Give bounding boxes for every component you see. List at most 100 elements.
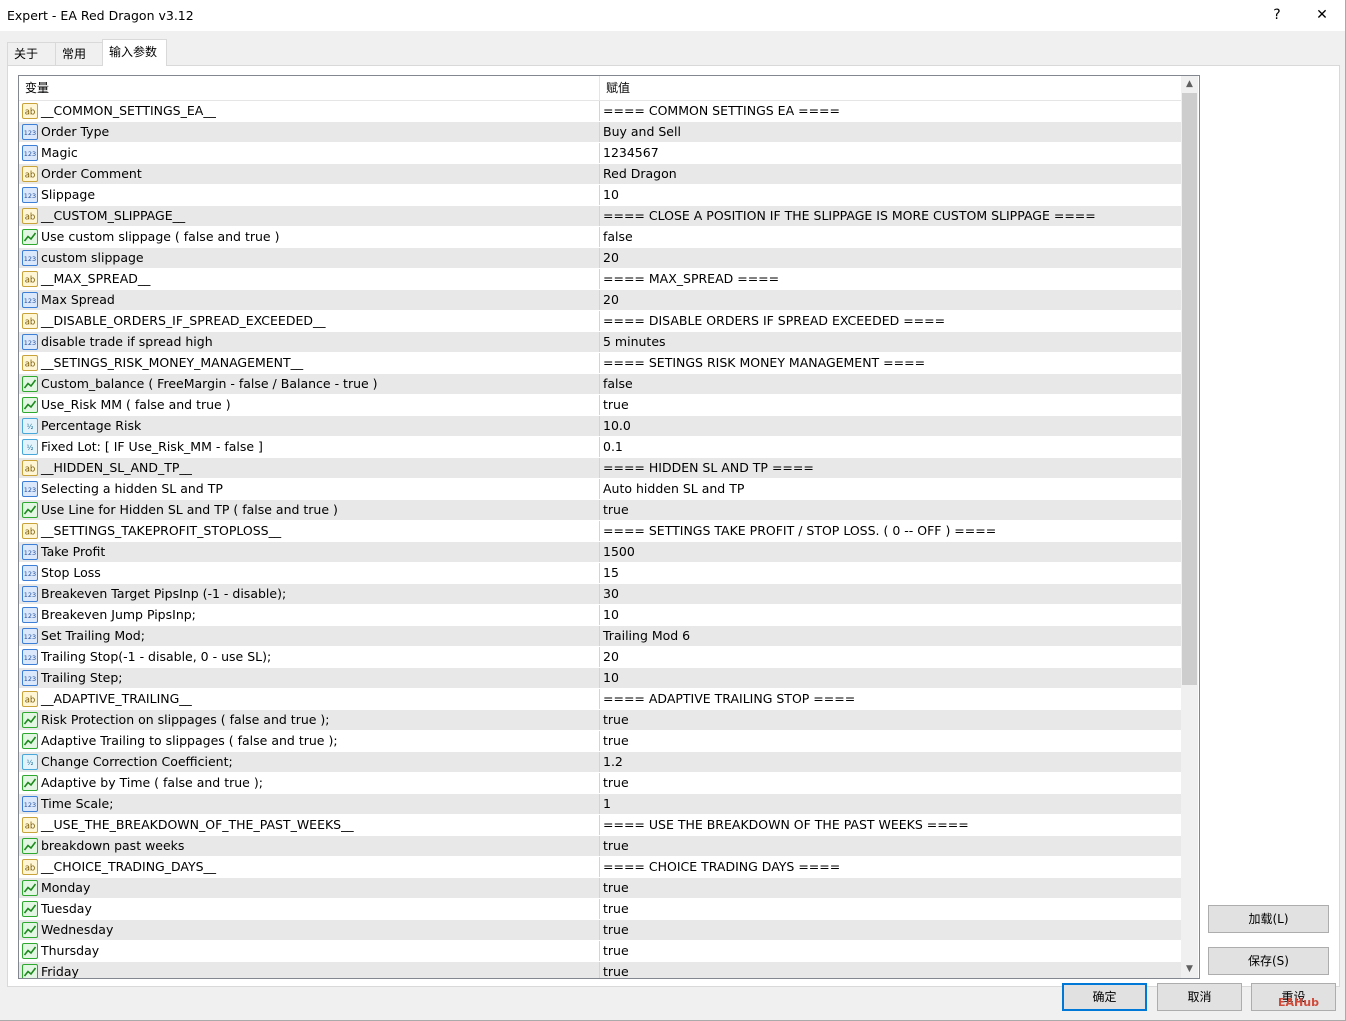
parameter-variable-cell[interactable]: 123 Breakeven Jump PipsInp; [19, 605, 600, 625]
parameter-row[interactable]: Use Line for Hidden SL and TP ( false an… [19, 500, 1181, 521]
parameter-value[interactable]: true [603, 773, 629, 793]
parameter-variable-cell[interactable]: ab Order Comment [19, 164, 600, 184]
parameter-variable-cell[interactable]: 123 Trailing Stop(-1 - disable, 0 - use S… [19, 647, 600, 667]
parameter-variable-cell[interactable]: ½ Change Correction Coefficient; [19, 752, 600, 772]
parameter-row[interactable]: Tuesday true [19, 899, 1181, 920]
parameter-variable-cell[interactable]: Thursday [19, 941, 600, 961]
parameter-row[interactable]: ½ Fixed Lot: [ IF Use_Risk_MM - false ] 0.… [19, 437, 1181, 458]
parameter-row[interactable]: 123 Stop Loss 15 [19, 563, 1181, 584]
parameter-variable-cell[interactable]: 123 Time Scale; [19, 794, 600, 814]
save-button[interactable]: 保存(S) [1208, 947, 1329, 975]
parameter-row[interactable]: Risk Protection on slippages ( false and… [19, 710, 1181, 731]
parameter-value[interactable]: 0.1 [603, 437, 623, 457]
close-button[interactable]: ✕ [1302, 0, 1342, 31]
parameter-variable-cell[interactable]: 123 Stop Loss [19, 563, 600, 583]
parameter-variable-cell[interactable]: ab __DISABLE_ORDERS_IF_SPREAD_EXCEEDED__ [19, 311, 600, 331]
parameter-variable-cell[interactable]: 123 Max Spread [19, 290, 600, 310]
parameter-value[interactable]: true [603, 395, 629, 415]
parameter-variable-cell[interactable]: ab __ADAPTIVE_TRAILING__ [19, 689, 600, 709]
parameter-variable-cell[interactable]: ab __MAX_SPREAD__ [19, 269, 600, 289]
parameter-variable-cell[interactable]: 123 Slippage [19, 185, 600, 205]
tab-inputs[interactable]: 输入参数 [102, 39, 167, 66]
ok-button[interactable]: 确定 [1062, 983, 1147, 1011]
parameter-row[interactable]: 123 Time Scale; 1 [19, 794, 1181, 815]
parameter-row[interactable]: Use custom slippage ( false and true ) fa… [19, 227, 1181, 248]
parameter-row[interactable]: ab Order Comment Red Dragon [19, 164, 1181, 185]
parameter-variable-cell[interactable]: Use_Risk MM ( false and true ) [19, 395, 600, 415]
parameter-value[interactable]: true [603, 941, 629, 961]
parameter-value[interactable]: true [603, 920, 629, 940]
parameter-value[interactable]: 1234567 [603, 143, 659, 163]
parameter-value[interactable]: 20 [603, 248, 619, 268]
parameter-row[interactable]: ab __CUSTOM_SLIPPAGE__ ==== CLOSE A POSITI… [19, 206, 1181, 227]
parameter-variable-cell[interactable]: 123 custom slippage [19, 248, 600, 268]
parameter-row[interactable]: Monday true [19, 878, 1181, 899]
parameter-value[interactable]: Auto hidden SL and TP [603, 479, 744, 499]
parameter-variable-cell[interactable]: ab __SETTINGS_TAKEPROFIT_STOPLOSS__ [19, 521, 600, 541]
parameter-variable-cell[interactable]: 123 Trailing Step; [19, 668, 600, 688]
parameter-value[interactable]: 5 minutes [603, 332, 666, 352]
parameter-variable-cell[interactable]: Risk Protection on slippages ( false and… [19, 710, 600, 730]
load-button[interactable]: 加载(L) [1208, 905, 1329, 933]
parameter-row[interactable]: 123 Take Profit 1500 [19, 542, 1181, 563]
parameter-value[interactable]: true [603, 836, 629, 856]
parameter-variable-cell[interactable]: Adaptive Trailing to slippages ( false a… [19, 731, 600, 751]
parameter-value[interactable]: ==== CLOSE A POSITION IF THE SLIPPAGE IS… [603, 206, 1096, 226]
parameter-value[interactable]: true [603, 500, 629, 520]
parameter-value[interactable]: 20 [603, 647, 619, 667]
parameter-row[interactable]: 123 custom slippage 20 [19, 248, 1181, 269]
parameter-value[interactable]: 10 [603, 668, 619, 688]
parameter-row[interactable]: ½ Percentage Risk 10.0 [19, 416, 1181, 437]
parameter-variable-cell[interactable]: 123 Selecting a hidden SL and TP [19, 479, 600, 499]
parameter-variable-cell[interactable]: 123 Breakeven Target PipsInp (-1 - disabl… [19, 584, 600, 604]
parameter-value[interactable]: 10 [603, 185, 619, 205]
parameter-value[interactable]: Trailing Mod 6 [603, 626, 690, 646]
help-button[interactable]: ? [1257, 0, 1297, 31]
parameter-variable-cell[interactable]: Use custom slippage ( false and true ) [19, 227, 600, 247]
parameter-value[interactable]: true [603, 899, 629, 919]
column-header-variable[interactable]: 变量 [19, 76, 49, 100]
cancel-button[interactable]: 取消 [1157, 983, 1242, 1011]
parameter-value[interactable]: ==== SETINGS RISK MONEY MANAGEMENT ==== [603, 353, 925, 373]
parameter-row[interactable]: ab __COMMON_SETTINGS_EA__ ==== COMMON SETT… [19, 101, 1181, 122]
scroll-up-icon[interactable]: ▲ [1181, 76, 1198, 93]
parameter-value[interactable]: ==== MAX_SPREAD ==== [603, 269, 779, 289]
parameter-variable-cell[interactable]: 123 Take Profit [19, 542, 600, 562]
parameter-value[interactable]: 1.2 [603, 752, 623, 772]
parameter-row[interactable]: Adaptive Trailing to slippages ( false a… [19, 731, 1181, 752]
parameter-row[interactable]: 123 Slippage 10 [19, 185, 1181, 206]
parameter-value[interactable]: ==== USE THE BREAKDOWN OF THE PAST WEEKS… [603, 815, 969, 835]
parameter-row[interactable]: ab __SETTINGS_TAKEPROFIT_STOPLOSS__ ==== S… [19, 521, 1181, 542]
parameter-variable-cell[interactable]: Tuesday [19, 899, 600, 919]
parameter-row[interactable]: ½ Change Correction Coefficient; 1.2 [19, 752, 1181, 773]
parameter-value[interactable]: ==== ADAPTIVE TRAILING STOP ==== [603, 689, 855, 709]
parameter-row[interactable]: 123 Magic 1234567 [19, 143, 1181, 164]
parameter-row[interactable]: Thursday true [19, 941, 1181, 962]
parameter-value[interactable]: 1 [603, 794, 611, 814]
parameter-row[interactable]: 123 Breakeven Target PipsInp (-1 - disabl… [19, 584, 1181, 605]
parameter-row[interactable]: ab __SETINGS_RISK_MONEY_MANAGEMENT__ ==== … [19, 353, 1181, 374]
parameter-variable-cell[interactable]: ½ Fixed Lot: [ IF Use_Risk_MM - false ] [19, 437, 600, 457]
parameter-row[interactable]: 123 Max Spread 20 [19, 290, 1181, 311]
parameter-row[interactable]: ab __HIDDEN_SL_AND_TP__ ==== HIDDEN SL AND… [19, 458, 1181, 479]
parameter-variable-cell[interactable]: ½ Percentage Risk [19, 416, 600, 436]
parameter-row[interactable]: 123 Set Trailing Mod; Trailing Mod 6 [19, 626, 1181, 647]
parameter-row[interactable]: 123 Selecting a hidden SL and TP Auto hidd… [19, 479, 1181, 500]
parameter-row[interactable]: Use_Risk MM ( false and true ) true [19, 395, 1181, 416]
parameter-row[interactable]: 123 Breakeven Jump PipsInp; 10 [19, 605, 1181, 626]
vertical-scrollbar[interactable]: ▲ ▼ [1181, 76, 1198, 978]
parameter-value[interactable]: 10 [603, 605, 619, 625]
parameter-variable-cell[interactable]: Wednesday [19, 920, 600, 940]
parameter-row[interactable]: ab __ADAPTIVE_TRAILING__ ==== ADAPTIVE TRA… [19, 689, 1181, 710]
parameter-row[interactable]: Wednesday true [19, 920, 1181, 941]
parameter-value[interactable]: true [603, 962, 629, 978]
tab-about[interactable]: 关于 [7, 42, 58, 65]
parameter-row[interactable]: 123 Trailing Step; 10 [19, 668, 1181, 689]
parameter-row[interactable]: 123 disable trade if spread high 5 minutes [19, 332, 1181, 353]
parameter-value[interactable]: 20 [603, 290, 619, 310]
parameter-value[interactable]: ==== CHOICE TRADING DAYS ==== [603, 857, 840, 877]
parameter-variable-cell[interactable]: ab __HIDDEN_SL_AND_TP__ [19, 458, 600, 478]
parameter-variable-cell[interactable]: ab __CHOICE_TRADING_DAYS__ [19, 857, 600, 877]
parameter-row[interactable]: Adaptive by Time ( false and true ); true [19, 773, 1181, 794]
parameter-row[interactable]: Custom_balance ( FreeMargin - false / Ba… [19, 374, 1181, 395]
